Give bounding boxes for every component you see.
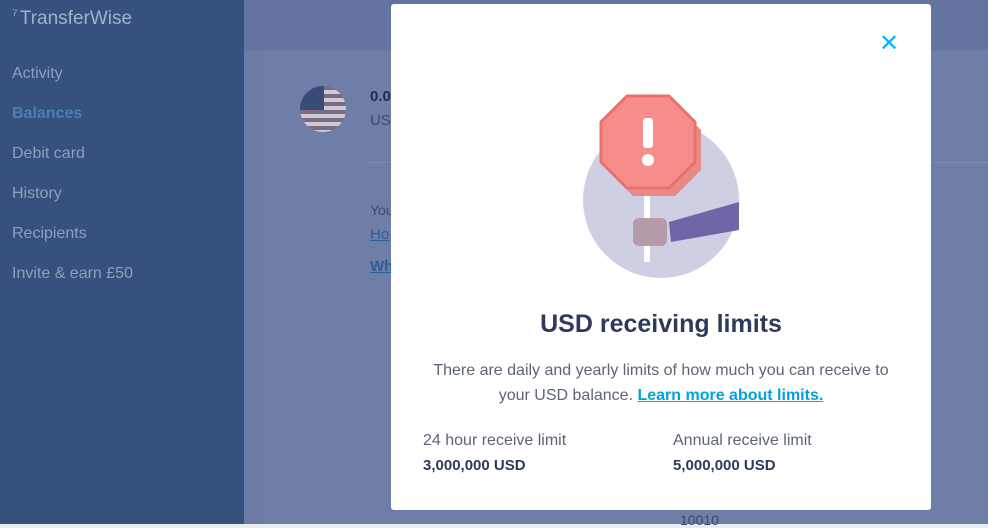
modal-title: USD receiving limits (540, 310, 782, 338)
balance-currency: US (370, 112, 391, 129)
app-logo[interactable]: ⁷ TransferWise (12, 7, 133, 30)
background-link[interactable]: Ho (370, 226, 389, 243)
balance-amount: 0.0 (370, 88, 391, 105)
hand (633, 218, 667, 246)
us-flag-icon (300, 86, 346, 132)
stop-sign-illustration (583, 94, 739, 278)
background-link[interactable]: Wh (370, 258, 393, 275)
limit-value: 3,000,000 USD (423, 457, 526, 474)
close-icon[interactable]: ✕ (879, 32, 899, 56)
sidebar-item-debit-card[interactable]: Debit card (12, 142, 133, 182)
limit-annual: Annual receive limit 5,000,000 USD (673, 432, 913, 474)
limits-modal: ✕ USD receiving limits There are daily a… (391, 4, 931, 510)
sidebar-item-history[interactable]: History (12, 182, 133, 222)
learn-more-link[interactable]: Learn more about limits. (637, 387, 823, 404)
sidebar-item-recipients[interactable]: Recipients (12, 222, 133, 262)
sidebar: ⁷ TransferWise Activity Balances Debit ca… (0, 0, 244, 524)
limit-24h: 24 hour receive limit 3,000,000 USD (423, 432, 663, 474)
app-name: TransferWise (19, 8, 133, 29)
sidebar-nav: Activity Balances Debit card History Rec… (12, 62, 133, 302)
transferwise-flag-icon: ⁷ (12, 7, 18, 24)
limit-value: 5,000,000 USD (673, 457, 776, 474)
background-number: 10010 (680, 512, 719, 528)
sidebar-item-invite[interactable]: Invite & earn £50 (12, 262, 133, 302)
modal-description: There are daily and yearly limits of how… (421, 358, 901, 408)
limit-label: 24 hour receive limit (423, 432, 567, 449)
exclamation-bar (643, 118, 653, 148)
sidebar-item-activity[interactable]: Activity (12, 62, 133, 102)
sidebar-item-balances[interactable]: Balances (12, 102, 133, 142)
exclamation-dot (642, 154, 654, 166)
limit-label: Annual receive limit (673, 432, 812, 449)
